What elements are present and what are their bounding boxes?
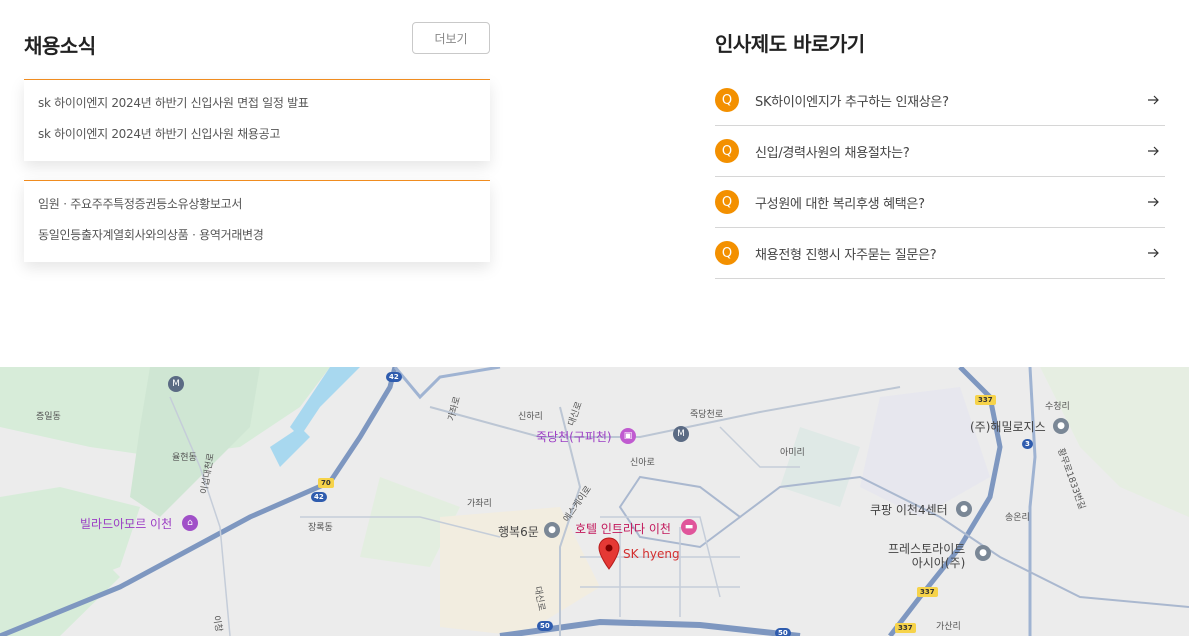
news-title: 채용소식	[24, 34, 96, 58]
faq-question: SK하이이엔지가 추구하는 인재상은?	[755, 94, 949, 110]
road-label: 이창	[210, 614, 224, 633]
road-shield: 337	[895, 623, 916, 633]
arrow-right-icon	[1141, 90, 1165, 110]
q-badge-icon: Q	[715, 88, 739, 112]
place-label: 수청리	[1045, 402, 1070, 412]
road-label: 신아로	[630, 458, 655, 468]
more-button[interactable]: 더보기	[412, 22, 490, 54]
faq-question: 채용전형 진행시 자주묻는 질문은?	[755, 247, 937, 263]
place-label: 가산리	[936, 622, 961, 632]
road-shield: 50	[537, 621, 553, 631]
place-label: 가좌리	[467, 499, 492, 509]
arrow-right-icon	[1141, 192, 1165, 212]
disclosure-card: 임원ㆍ주요주주특정증권등소유상황보고서 동일인등출자계열회사와의상품ㆍ용역거래변…	[24, 180, 490, 262]
faq-question: 구성원에 대한 복리후생 혜택은?	[755, 196, 925, 212]
poi-hotel[interactable]: 호텔 인트라다 이천	[575, 520, 671, 537]
road-shield: 337	[917, 587, 938, 597]
poi-villa[interactable]: 빌라드아모르 이천	[80, 515, 172, 532]
recruit-news-item[interactable]: sk 하이이엔지 2024년 하반기 신입사원 면접 일정 발표	[38, 92, 476, 123]
place-pin-icon[interactable]: ●	[956, 501, 972, 517]
recruit-news-card: sk 하이이엔지 2024년 하반기 신입사원 면접 일정 발표 sk 하이이엔…	[24, 79, 490, 161]
poi-fresh[interactable]: 프레스토라이트 아시아(주)	[888, 542, 965, 570]
location-marker-icon[interactable]	[597, 537, 621, 571]
road-shield: 70	[318, 478, 334, 488]
place-label: 증일동	[36, 412, 61, 422]
hotel-icon[interactable]: ⌂	[182, 515, 198, 531]
hr-faq-list: Q SK하이이엔지가 추구하는 인재상은? Q 신입/경력사원의 채용절차는? …	[715, 75, 1165, 279]
place-label: 장록동	[308, 523, 333, 533]
road-shield: 337	[975, 395, 996, 405]
location-map[interactable]: 증일동 율현동 장록동 가좌리 신하리 아미리 송온리 수청리 가산리 죽당천로…	[0, 367, 1189, 636]
place-label: 신하리	[518, 412, 543, 422]
arrow-right-icon	[1141, 141, 1165, 161]
disclosure-item[interactable]: 임원ㆍ주요주주특정증권등소유상황보고서	[38, 193, 476, 224]
faq-item[interactable]: Q 구성원에 대한 복리후생 혜택은?	[715, 177, 1165, 228]
place-label: 송온리	[1005, 513, 1030, 523]
disclosure-item[interactable]: 동일인등출자계열회사와의상품ㆍ용역거래변경	[38, 224, 476, 255]
poi-haemil[interactable]: (주)해밀로지스	[970, 418, 1046, 435]
place-pin-icon[interactable]: ●	[544, 522, 560, 538]
faq-question: 신입/경력사원의 채용절차는?	[755, 145, 910, 161]
poi-jukdangcheon[interactable]: 죽당천(구피천)	[536, 428, 612, 445]
place-pin-icon[interactable]: ●	[1053, 418, 1069, 434]
road-shield: 3	[1022, 439, 1033, 449]
place-label: 아미리	[780, 448, 805, 458]
road-shield: 50	[775, 628, 791, 636]
subway-icon: M	[168, 376, 184, 392]
road-shield: 42	[386, 372, 402, 382]
place-pin-icon[interactable]: ●	[975, 545, 991, 561]
place-label: 율현동	[172, 453, 197, 463]
park-icon[interactable]: ▣	[620, 428, 636, 444]
faq-item[interactable]: Q SK하이이엔지가 추구하는 인재상은?	[715, 75, 1165, 126]
arrow-right-icon	[1141, 243, 1165, 263]
road-label: 죽당천로	[690, 410, 724, 420]
hr-title: 인사제도 바로가기	[715, 32, 865, 56]
hotel-icon[interactable]: ▬	[681, 519, 697, 535]
poi-coupang[interactable]: 쿠팡 이천4센터	[870, 501, 948, 518]
road-shield: 42	[311, 492, 327, 502]
poi-haengbok[interactable]: 행복6문	[498, 523, 539, 540]
recruit-news-item[interactable]: sk 하이이엔지 2024년 하반기 신입사원 채용공고	[38, 123, 476, 154]
map-base-layer	[0, 367, 1189, 636]
marker-label: SK hyeng	[623, 547, 680, 561]
q-badge-icon: Q	[715, 139, 739, 163]
q-badge-icon: Q	[715, 241, 739, 265]
subway-icon: M	[673, 426, 689, 442]
hr-section: 인사제도 바로가기 Q SK하이이엔지가 추구하는 인재상은? Q 신입/경력사…	[715, 28, 1165, 279]
q-badge-icon: Q	[715, 190, 739, 214]
faq-item[interactable]: Q 신입/경력사원의 채용절차는?	[715, 126, 1165, 177]
faq-item[interactable]: Q 채용전형 진행시 자주묻는 질문은?	[715, 228, 1165, 279]
